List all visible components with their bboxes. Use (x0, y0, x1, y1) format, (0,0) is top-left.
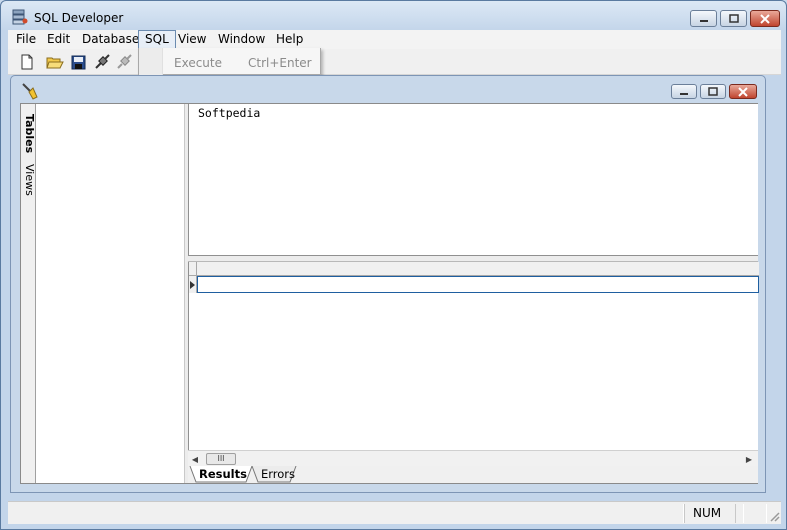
status-message (8, 504, 684, 523)
title-bar[interactable]: SQL Developer (2, 2, 787, 31)
execute-menu-item[interactable]: Execute Ctrl+Enter (140, 50, 321, 72)
new-button[interactable] (17, 52, 37, 72)
tab-views[interactable]: Views (21, 164, 36, 196)
current-row-arrow-icon (190, 280, 195, 289)
child-minimize-button[interactable] (671, 84, 697, 99)
window-title: SQL Developer (34, 11, 124, 25)
child-close-button[interactable] (729, 84, 757, 99)
table-row[interactable] (189, 276, 759, 293)
minimize-icon (699, 19, 708, 22)
grid-cell[interactable] (197, 276, 759, 293)
grid-header (189, 262, 759, 276)
object-tree[interactable] (36, 104, 188, 483)
connect-button[interactable] (92, 52, 112, 72)
menu-view[interactable]: View (172, 30, 212, 49)
object-type-tabs: Tables Views (21, 104, 36, 483)
scroll-right-icon[interactable]: ▶ (744, 454, 754, 464)
status-bar: NUM (8, 501, 781, 524)
open-folder-icon (46, 57, 64, 69)
toolbar (8, 49, 781, 75)
new-file-icon (21, 54, 33, 70)
execute-label: Execute (174, 56, 222, 70)
sql-editor[interactable]: Softpedia (188, 104, 758, 256)
query-window: Tables Views Softpedia ◀ III ▶ Results E… (10, 75, 766, 493)
status-cells: NUM (8, 504, 781, 523)
minimize-icon (680, 92, 688, 95)
execute-shortcut: Ctrl+Enter (248, 56, 312, 70)
minimize-button[interactable] (690, 10, 717, 27)
execute-broom-icon[interactable] (20, 82, 38, 100)
scroll-thumb[interactable]: III (206, 453, 236, 465)
maximize-button[interactable] (720, 10, 747, 27)
save-icon (71, 55, 85, 69)
app-window: SQL Developer File Edit Database SQL Vie… (0, 0, 787, 530)
results-grid[interactable] (188, 262, 759, 450)
save-button[interactable] (68, 52, 88, 72)
row-indicator (189, 276, 197, 293)
query-window-body: Tables Views Softpedia ◀ III ▶ Results E… (20, 103, 759, 484)
menu-file[interactable]: File (10, 30, 42, 49)
scroll-left-icon[interactable]: ◀ (190, 454, 200, 464)
horizontal-scrollbar[interactable]: ◀ III ▶ (188, 450, 758, 466)
menu-edit[interactable]: Edit (41, 30, 76, 49)
disconnect-icon (117, 54, 132, 69)
child-maximize-button[interactable] (700, 84, 726, 99)
status-empty-cell (735, 504, 767, 523)
disconnect-button[interactable] (114, 52, 134, 72)
menu-bar: File Edit Database SQL View Window Help (8, 30, 781, 51)
restore-icon (728, 14, 739, 23)
tab-tables[interactable]: Tables (21, 114, 36, 153)
sql-editor-text: Softpedia (198, 106, 261, 120)
menu-database[interactable]: Database (76, 30, 145, 49)
query-window-title-bar[interactable] (11, 76, 765, 105)
tab-results[interactable]: Results (199, 466, 247, 482)
restore-icon (708, 87, 718, 96)
open-button[interactable] (45, 52, 65, 72)
resize-grip-icon[interactable] (768, 510, 780, 522)
menu-help[interactable]: Help (270, 30, 309, 49)
app-icon (11, 9, 28, 26)
close-icon (760, 13, 770, 24)
menu-window[interactable]: Window (212, 30, 271, 49)
close-button[interactable] (750, 10, 780, 27)
tab-errors[interactable]: Errors (261, 466, 295, 482)
connect-icon (95, 54, 110, 69)
close-icon (738, 86, 748, 97)
grid-corner (189, 262, 197, 276)
results-tabs: Results Errors (188, 466, 758, 483)
sql-menu-dropdown: Execute Ctrl+Enter (138, 48, 321, 75)
